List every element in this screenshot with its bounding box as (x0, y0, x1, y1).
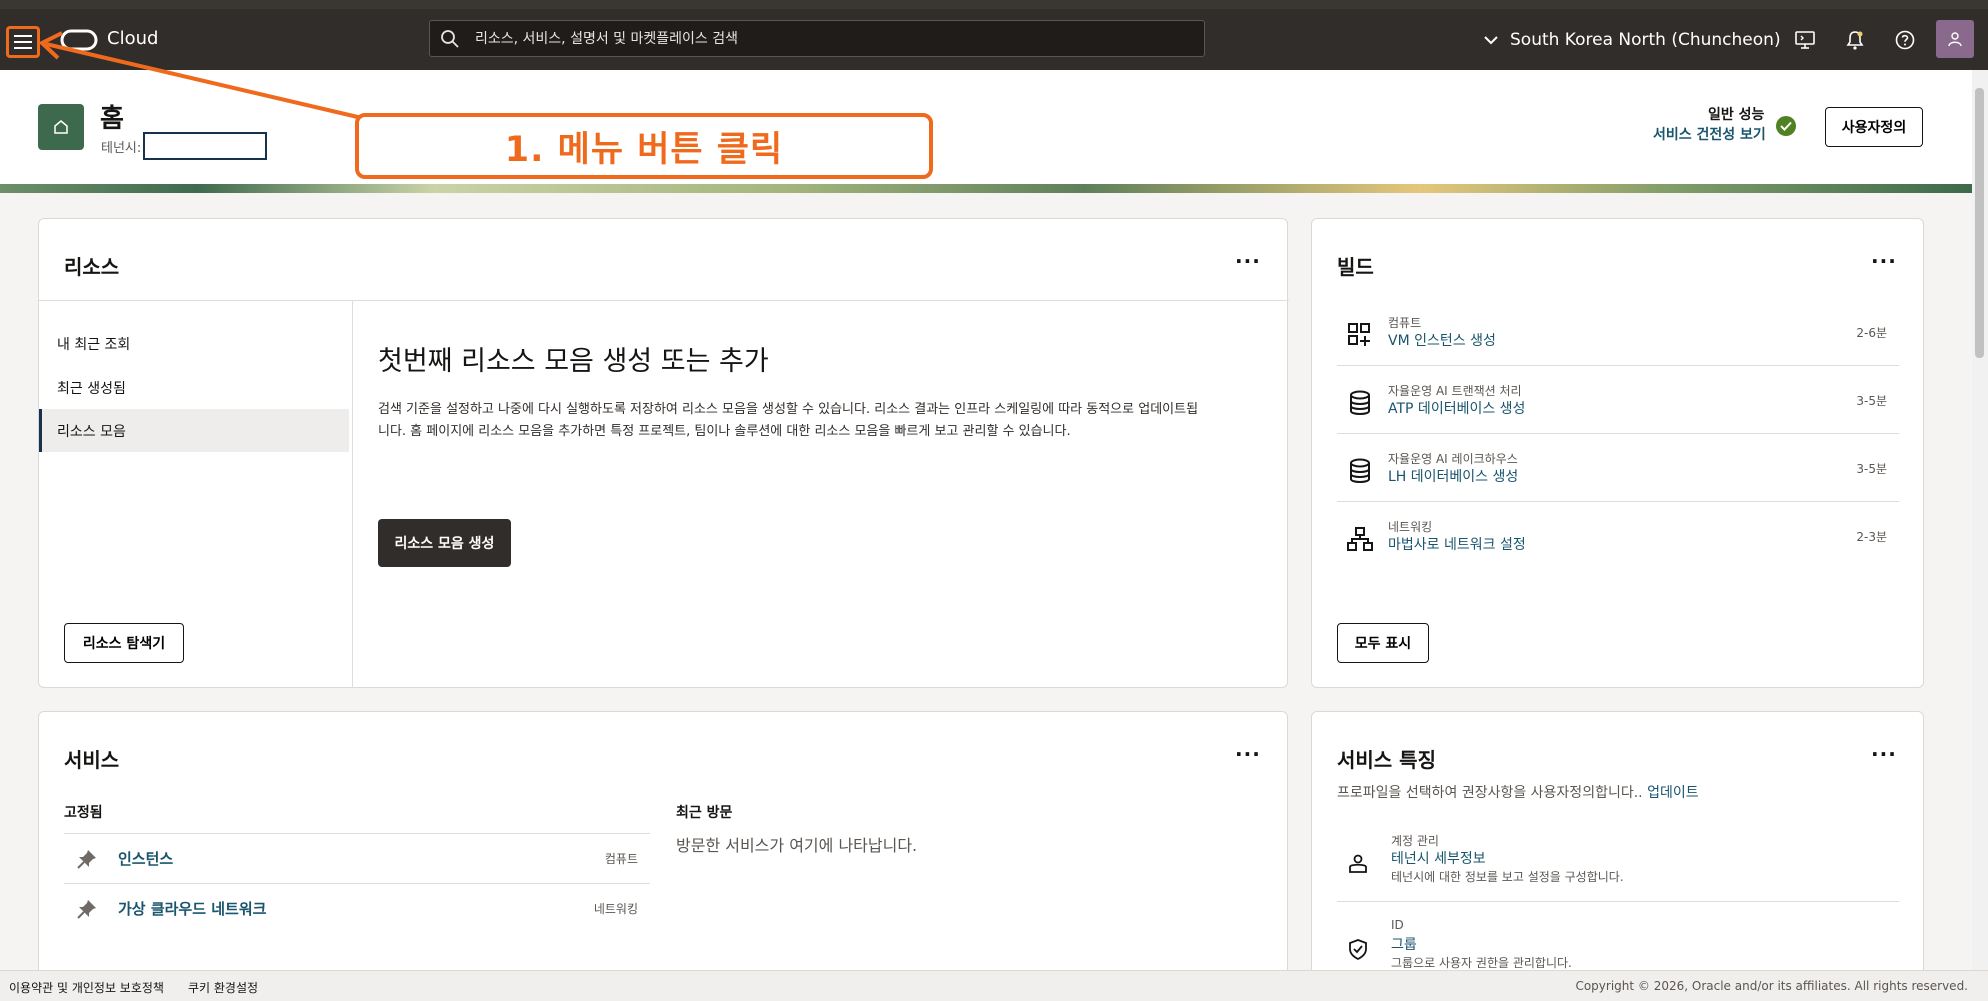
shield-icon (1349, 939, 1367, 960)
general-performance-label: 일반 성능 (1708, 107, 1765, 123)
service-features-card: 서비스 특징 ··· 프로파일을 선택하여 권장사항을 사용자정의합니다.. 업… (1311, 711, 1924, 991)
region-selector[interactable]: South Korea North (Chuncheon) (1484, 28, 1781, 52)
divider (39, 300, 1289, 301)
build-item-time: 2-3분 (1856, 530, 1887, 544)
build-item-link[interactable]: VM 인스턴스 생성 (1388, 330, 1496, 350)
search-input[interactable] (475, 21, 1195, 56)
copyright-text: Copyright © 2026, Oracle and/or its affi… (1575, 979, 1968, 993)
recent-visits-empty: 방문한 서비스가 여기에 나타납니다. (676, 836, 918, 855)
nav-recent-views[interactable]: 내 최근 조회 (39, 322, 349, 365)
pinned-service-link[interactable]: 가상 클라우드 네트워크 (118, 898, 266, 919)
update-link[interactable]: 업데이트 (1647, 785, 1699, 801)
cloud-shell-button[interactable] (1794, 29, 1816, 51)
chevron-down-icon (1484, 36, 1498, 45)
page-footer: 이용약관 및 개인정보 보호정책 쿠키 환경설정 Copyright © 202… (0, 970, 1988, 1001)
feature-link[interactable]: 그룹 (1391, 934, 1417, 954)
collection-heading: 첫번째 리소스 모음 생성 또는 추가 (378, 346, 769, 377)
build-item[interactable]: 컴퓨트 VM 인스턴스 생성 2-6분 (1337, 298, 1899, 366)
profile-avatar-button[interactable] (1936, 20, 1974, 58)
service-features-title: 서비스 특징 (1337, 748, 1436, 772)
build-item-link[interactable]: LH 데이터베이스 생성 (1388, 466, 1518, 486)
pinned-service-row[interactable]: 가상 클라우드 네트워크 네트워킹 (64, 883, 650, 933)
build-item-category: 자율운영 AI 레이크하우스 (1388, 452, 1518, 466)
help-button[interactable] (1894, 29, 1916, 51)
build-item-link[interactable]: ATP 데이터베이스 생성 (1388, 398, 1525, 418)
nav-resource-collections[interactable]: 리소스 모음 (39, 409, 349, 452)
build-item[interactable]: 네트워킹 마법사로 네트워크 설정 2-3분 (1337, 502, 1899, 570)
build-item-link[interactable]: 마법사로 네트워크 설정 (1388, 534, 1526, 554)
scrollbar-thumb[interactable] (1975, 88, 1984, 358)
database-icon (1350, 458, 1370, 483)
services-card: 서비스 ··· 고정됨 최근 방문 방문한 서비스가 여기에 나타납니다. 인스… (38, 711, 1288, 991)
database-icon (1350, 390, 1370, 415)
region-label: South Korea North (Chuncheon) (1510, 30, 1781, 50)
feature-item[interactable]: 계정 관리 테넌시 세부정보 테넌시에 대한 정보를 보고 설정을 구성합니다. (1337, 832, 1899, 902)
feature-description: 테넌시에 대한 정보를 보고 설정을 구성합니다. (1391, 870, 1624, 884)
show-all-button[interactable]: 모두 표시 (1337, 623, 1429, 663)
create-collection-button[interactable]: 리소스 모음 생성 (378, 519, 511, 567)
build-title: 빌드 (1337, 255, 1374, 279)
feature-category: 계정 관리 (1391, 834, 1439, 848)
divider (352, 300, 353, 688)
pinned-service-category: 컴퓨트 (604, 852, 638, 866)
monitor-icon (1795, 31, 1815, 49)
feature-description: 그룹으로 사용자 권한을 관리합니다. (1391, 956, 1572, 970)
features-more-button[interactable]: ··· (1871, 742, 1897, 766)
pinned-service-category: 네트워킹 (593, 902, 638, 916)
terms-link[interactable]: 이용약관 및 개인정보 보호정책 (9, 979, 164, 996)
build-item-time: 2-6분 (1856, 326, 1887, 340)
page-scrollbar[interactable] (1972, 70, 1988, 970)
service-health-link[interactable]: 서비스 건전성 보기 (1653, 124, 1766, 144)
build-item[interactable]: 자율운영 AI 레이크하우스 LH 데이터베이스 생성 3-5분 (1337, 434, 1899, 502)
annotation-arrow (38, 31, 363, 120)
build-more-button[interactable]: ··· (1871, 249, 1897, 273)
cookie-preferences-link[interactable]: 쿠키 환경설정 (188, 979, 258, 996)
network-icon (1347, 527, 1373, 551)
account-icon (1349, 854, 1367, 873)
pin-icon (77, 900, 96, 919)
global-search[interactable] (429, 20, 1205, 57)
resources-title: 리소스 (64, 255, 120, 279)
resources-more-button[interactable]: ··· (1235, 249, 1261, 273)
pin-icon (77, 850, 96, 869)
customize-button[interactable]: 사용자정의 (1825, 107, 1923, 147)
pinned-service-row[interactable]: 인스턴스 컴퓨트 (64, 833, 650, 883)
build-item-category: 컴퓨트 (1388, 316, 1422, 330)
collection-description: 검색 기준을 설정하고 나중에 다시 실행하도록 저장하여 리소스 모음을 생성… (378, 402, 1199, 439)
build-item-time: 3-5분 (1856, 394, 1887, 408)
nav-recently-created[interactable]: 최근 생성됨 (39, 366, 349, 409)
pinned-label: 고정됨 (64, 805, 103, 821)
feature-link[interactable]: 테넌시 세부정보 (1391, 848, 1486, 868)
feature-category: ID (1391, 918, 1404, 932)
notifications-button[interactable] (1844, 29, 1866, 51)
services-more-button[interactable]: ··· (1235, 742, 1261, 766)
check-circle-icon (1776, 116, 1796, 136)
help-icon (1895, 30, 1915, 50)
bell-icon (1846, 31, 1864, 50)
annotation-callout: 1. 메뉴 버튼 클릭 (355, 113, 933, 179)
pinned-service-link[interactable]: 인스턴스 (118, 848, 173, 869)
build-item-time: 3-5분 (1856, 462, 1887, 476)
features-intro-text: 프로파일을 선택하여 권장사항을 사용자정의합니다.. (1337, 785, 1643, 801)
services-title: 서비스 (64, 748, 120, 772)
user-icon (1948, 32, 1962, 47)
resources-card: 리소스 ··· 내 최근 조회 최근 생성됨 리소스 모음 리소스 탐색기 첫번… (38, 218, 1289, 688)
compute-icon (1348, 323, 1370, 346)
features-intro: 프로파일을 선택하여 권장사항을 사용자정의합니다.. 업데이트 (1337, 782, 1699, 802)
recent-visits-label: 최근 방문 (676, 805, 733, 821)
build-item[interactable]: 자율운영 AI 트랜잭션 처리 ATP 데이터베이스 생성 3-5분 (1337, 366, 1899, 434)
build-item-category: 네트워킹 (1388, 520, 1433, 534)
search-icon (441, 30, 459, 48)
build-item-category: 자율운영 AI 트랜잭션 처리 (1388, 384, 1522, 398)
build-card: 빌드 ··· 컴퓨트 VM 인스턴스 생성 2-6분 자율운영 AI 트랜잭션 … (1311, 218, 1924, 688)
resource-explorer-button[interactable]: 리소스 탐색기 (64, 623, 184, 663)
header-banner (0, 184, 1972, 193)
